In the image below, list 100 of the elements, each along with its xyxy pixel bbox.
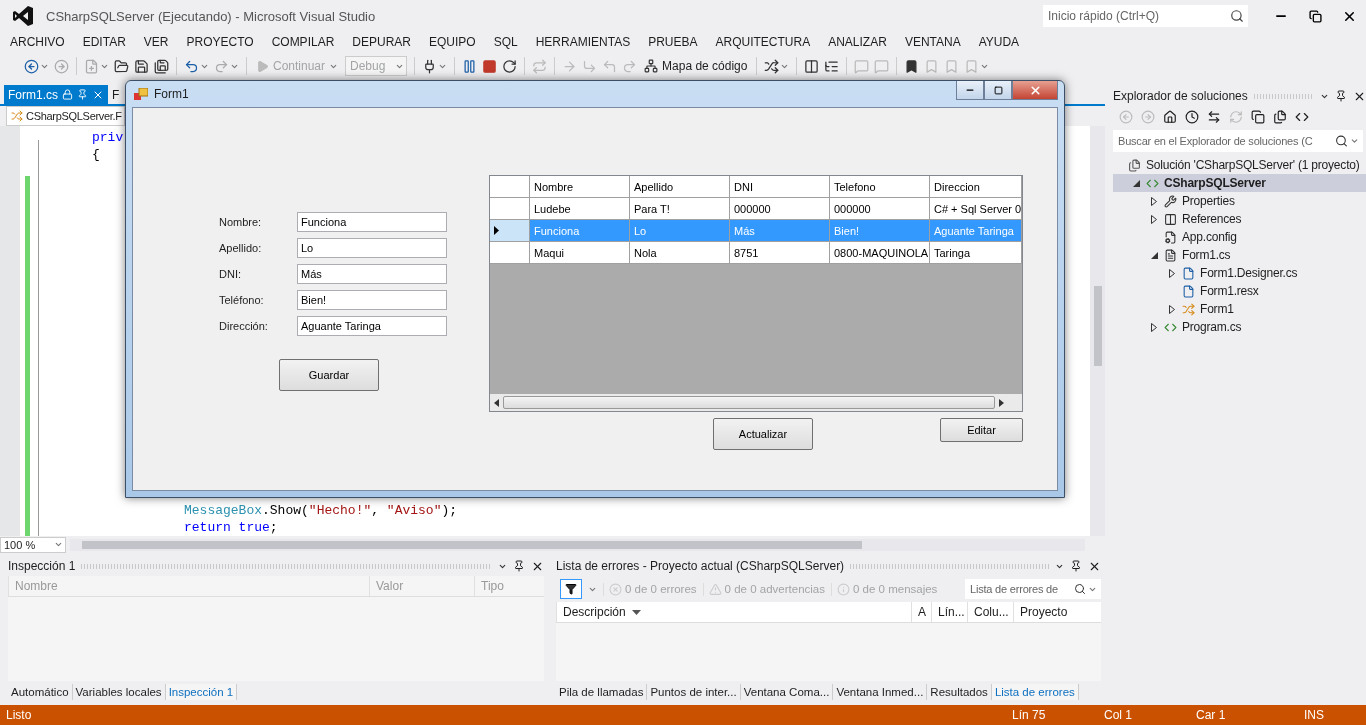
sync-icon[interactable] — [1207, 110, 1221, 124]
search-field[interactable]: Lista de errores de — [965, 579, 1101, 599]
menu-item[interactable]: EDITAR — [73, 33, 135, 51]
menu-item[interactable]: ARCHIVO — [1, 33, 74, 51]
tree-item[interactable]: Properties — [1113, 192, 1366, 210]
column-header[interactable]: Nombre — [530, 176, 630, 198]
scroll-thumb[interactable] — [1093, 286, 1102, 366]
text-field[interactable]: Bien! — [297, 290, 447, 310]
save-icon[interactable] — [134, 58, 149, 74]
menu-item[interactable]: PRUEBA — [639, 33, 707, 51]
scroll-thumb[interactable] — [503, 396, 995, 409]
text-field[interactable]: Aguante Taringa — [297, 316, 447, 336]
column-header[interactable]: Proyecto — [1013, 602, 1101, 622]
menu-item[interactable]: VENTANA — [895, 33, 970, 51]
menu-item[interactable]: DEPURAR — [343, 33, 420, 51]
expanded-arrow-icon[interactable] — [1132, 179, 1140, 187]
panel-tab[interactable]: Puntos de inter... — [647, 684, 741, 700]
restart-icon[interactable] — [502, 58, 518, 74]
panel-tab[interactable]: Ventana Coma... — [740, 684, 834, 700]
scroll-left-icon[interactable] — [494, 398, 499, 407]
zoom-dropdown[interactable]: 100 % — [0, 536, 66, 553]
refresh-button[interactable]: Actualizar — [713, 418, 813, 450]
caret-icon[interactable] — [54, 540, 63, 549]
tree-item[interactable]: Form1.cs — [1113, 246, 1366, 264]
sort-arrow-icon[interactable] — [631, 609, 641, 615]
menu-item[interactable]: VER — [134, 33, 178, 51]
menu-item[interactable]: SQL — [484, 33, 527, 51]
text-field[interactable]: Lo — [297, 238, 447, 258]
edit-button[interactable]: Editar — [940, 418, 1023, 442]
files-icon[interactable] — [1273, 110, 1287, 124]
column-header[interactable]: Direccion — [930, 176, 1022, 198]
back-icon[interactable] — [24, 58, 39, 74]
panel-tab[interactable]: Lista de errores — [991, 684, 1079, 700]
scrollbar[interactable] — [1090, 126, 1105, 536]
column-header[interactable]: A — [911, 602, 931, 622]
expanded-arrow-icon[interactable] — [1150, 251, 1158, 259]
undo-icon[interactable] — [184, 58, 199, 74]
code-icon[interactable] — [1295, 110, 1309, 124]
panel-tab[interactable]: Ventana Inmed... — [833, 684, 928, 700]
search-icon[interactable] — [1335, 134, 1348, 148]
text-field[interactable]: Funciona — [297, 212, 447, 232]
document-tab[interactable]: F — [108, 85, 124, 104]
scrollbar[interactable] — [70, 538, 1085, 551]
panel-tab[interactable]: Automático — [8, 684, 73, 700]
scrollbar[interactable] — [490, 394, 1022, 411]
row-header-cell[interactable] — [490, 220, 530, 242]
row-header-cell[interactable] — [490, 198, 530, 220]
stop-icon[interactable] — [482, 58, 498, 74]
search-field[interactable]: Buscar en el Explorador de soluciones (C — [1113, 130, 1363, 152]
column-header[interactable]: Apellido — [630, 176, 730, 198]
collapsed-arrow-icon[interactable] — [1151, 322, 1157, 332]
collapsed-arrow-icon[interactable] — [1151, 196, 1157, 206]
quick-launch-field[interactable]: Inicio rápido (Ctrl+Q) — [1043, 5, 1248, 27]
menu-item[interactable]: EQUIPO — [420, 33, 485, 51]
minimize-button[interactable] — [956, 81, 984, 100]
row-header-cell[interactable] — [490, 242, 530, 264]
column-header[interactable]: Lín... — [931, 602, 967, 622]
columns-icon[interactable] — [804, 58, 820, 74]
panel-tab[interactable]: Resultados — [927, 684, 992, 700]
pin-icon[interactable] — [513, 560, 525, 572]
menu-item[interactable]: PROYECTO — [177, 33, 263, 51]
search-icon[interactable] — [1074, 583, 1086, 595]
text-field[interactable]: Más — [297, 264, 447, 284]
clock-icon[interactable] — [1185, 110, 1199, 124]
menu-item[interactable]: ANALIZAR — [819, 33, 896, 51]
column-header[interactable]: DNI — [730, 176, 830, 198]
folder-icon[interactable] — [114, 58, 129, 74]
tree-item[interactable]: CSharpSQLServer — [1113, 174, 1366, 192]
tree-item[interactable]: Form1.resx — [1113, 282, 1366, 300]
home-icon[interactable] — [1163, 110, 1177, 124]
tree-item[interactable]: Form1 — [1113, 300, 1366, 318]
panel-tab[interactable]: Pila de llamadas — [556, 684, 648, 700]
scroll-thumb[interactable] — [82, 540, 862, 549]
navigation-dropdown[interactable]: CSharpSQLServer.F — [6, 106, 125, 126]
menu-item[interactable]: AYUDA — [969, 33, 1029, 51]
column-header[interactable]: Colu... — [967, 602, 1013, 622]
column-header[interactable]: Telefono — [830, 176, 930, 198]
collapsed-arrow-icon[interactable] — [1151, 214, 1157, 224]
filter-button[interactable] — [560, 579, 582, 599]
maximize-button[interactable] — [984, 81, 1012, 100]
collapsed-arrow-icon[interactable] — [1169, 304, 1175, 314]
pin-icon[interactable] — [1070, 560, 1082, 572]
collapsed-arrow-icon[interactable] — [1169, 268, 1175, 278]
tree-item[interactable]: App.config — [1113, 228, 1366, 246]
pause-icon[interactable] — [462, 58, 478, 74]
save-all-icon[interactable] — [154, 58, 169, 74]
tree-item[interactable]: Solución 'CSharpSQLServer' (1 proyecto) — [1113, 156, 1366, 174]
menu-item[interactable]: ARQUITECTURA — [706, 33, 820, 51]
search-icon[interactable] — [1230, 9, 1244, 23]
collapse-icon[interactable] — [1251, 110, 1265, 124]
menu-item[interactable]: COMPILAR — [262, 33, 344, 51]
pin-icon[interactable] — [1335, 90, 1347, 102]
shuffle-icon[interactable] — [764, 58, 780, 74]
scroll-right-icon[interactable] — [999, 398, 1004, 407]
panel-tab[interactable]: Variables locales — [72, 684, 166, 700]
tree-item[interactable]: Form1.Designer.cs — [1113, 264, 1366, 282]
menu-item[interactable]: HERRAMIENTAS — [526, 33, 640, 51]
tree-item[interactable]: References — [1113, 210, 1366, 228]
save-button[interactable]: Guardar — [279, 359, 379, 391]
bookmark-icon[interactable] — [904, 58, 920, 74]
